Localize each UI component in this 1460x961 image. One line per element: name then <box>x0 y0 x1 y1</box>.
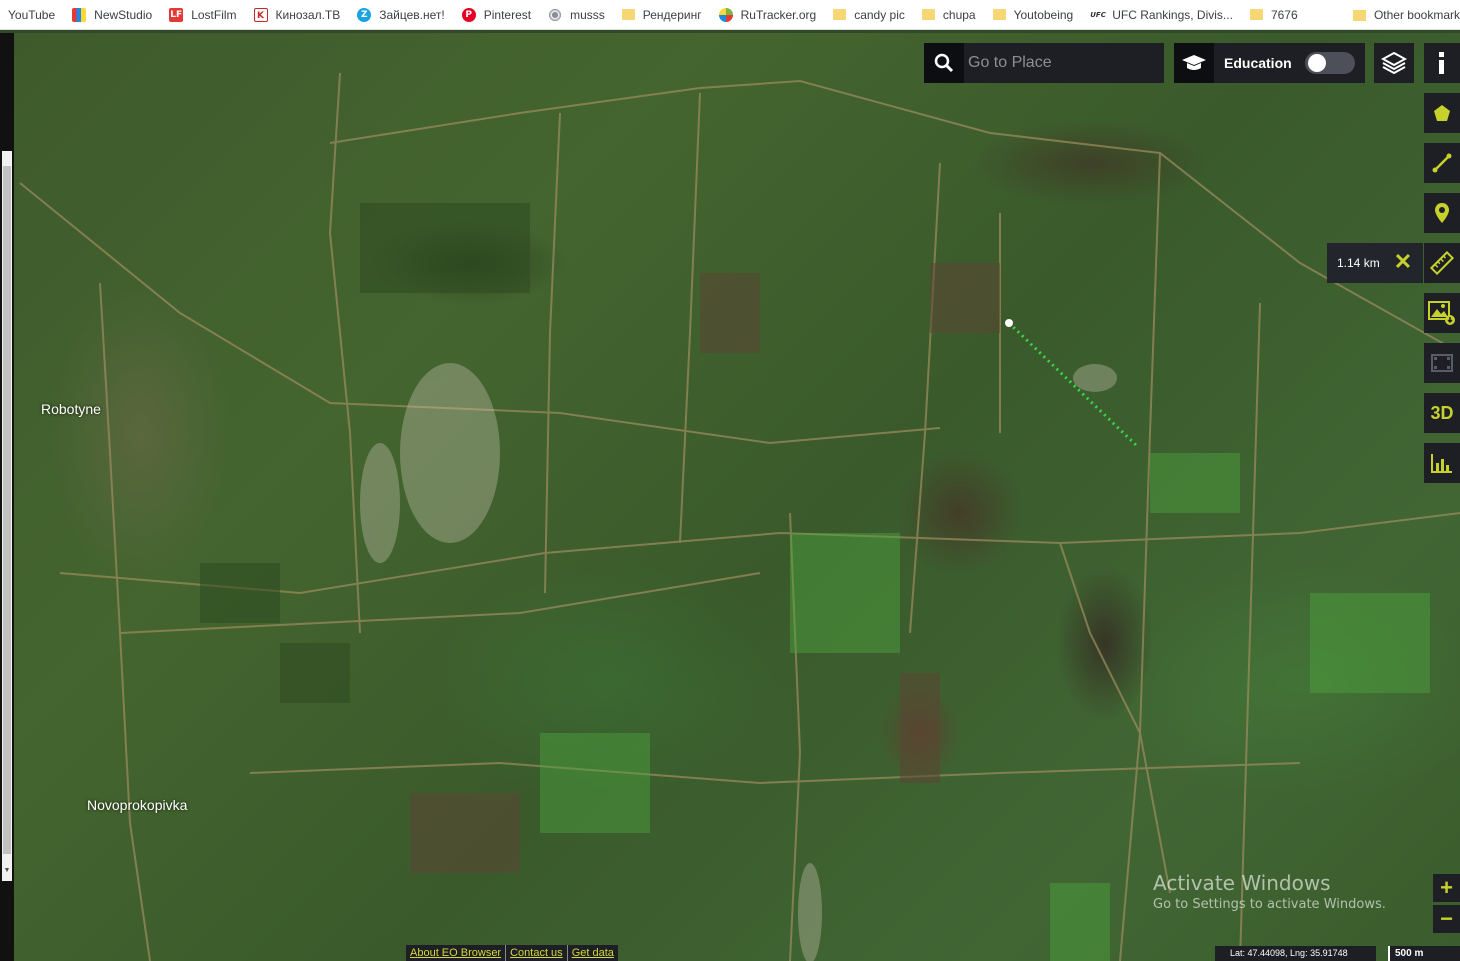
map-pin-icon <box>1435 203 1449 223</box>
bookmark-zaycev[interactable]: Z Зайцев.нет! <box>357 7 445 22</box>
bookmark-pinterest[interactable]: P Pinterest <box>461 7 532 22</box>
poi-marker-button[interactable] <box>1424 193 1460 233</box>
bookmarks-bar: YouTube NewStudio LF LostFilm K Кинозал.ТВ… <box>0 0 1460 30</box>
get-data-link[interactable]: Get data <box>568 945 618 961</box>
folder-icon <box>833 9 847 20</box>
timelapse-button[interactable] <box>1424 343 1460 383</box>
bookmark-label: LostFilm <box>191 7 237 22</box>
zoom-out-button[interactable]: − <box>1433 905 1460 933</box>
education-switch[interactable] <box>1305 52 1355 74</box>
zaycev-icon: Z <box>357 7 372 22</box>
line-draw-button[interactable] <box>1424 143 1460 183</box>
measure-result-panel: 1.14 km ✕ <box>1327 243 1423 283</box>
bookmark-label: Other bookmarks <box>1373 8 1460 22</box>
scroll-thumb[interactable] <box>3 166 11 854</box>
bookmark-label: NewStudio <box>94 7 153 22</box>
measure-close-icon[interactable]: ✕ <box>1391 251 1415 275</box>
bar-chart-icon <box>1431 454 1452 473</box>
bookmark-label: Кинозал.ТВ <box>275 7 341 22</box>
pentagon-icon <box>1434 105 1450 121</box>
activate-windows-subtitle: Go to Settings to activate Windows. <box>1153 897 1386 912</box>
bookmark-other[interactable]: Other bookmarks <box>1348 0 1460 29</box>
education-toggle-panel[interactable]: Education <box>1174 43 1365 83</box>
musss-icon <box>548 7 563 22</box>
three-d-button[interactable]: 3D <box>1424 393 1460 433</box>
bookmark-kinozal[interactable]: K Кинозал.ТВ <box>253 7 341 22</box>
bookmark-label: Youtobeing <box>1013 7 1074 22</box>
layers-button[interactable] <box>1374 43 1414 83</box>
bookmark-label: YouTube <box>8 7 56 22</box>
lostfilm-icon: LF <box>169 7 184 22</box>
search-input[interactable] <box>964 43 1162 83</box>
folder-icon <box>621 9 635 20</box>
about-link[interactable]: About EO Browser <box>406 945 507 961</box>
graduation-cap-icon <box>1174 43 1214 83</box>
bookmark-ufc[interactable]: UFC UFC Rankings, Divis... <box>1090 8 1233 22</box>
bookmark-label: chupa <box>942 7 976 22</box>
bookmark-chupa[interactable]: chupa <box>921 7 976 22</box>
bookmark-newstudio[interactable]: NewStudio <box>72 7 153 22</box>
bookmark-musss[interactable]: musss <box>548 7 605 22</box>
satellite-map[interactable]: Robotyne Novoprokopivka <box>0 33 1460 961</box>
info-icon <box>1439 52 1444 74</box>
bookmark-youtube[interactable]: YouTube <box>8 8 55 22</box>
switch-knob <box>1308 54 1326 72</box>
measure-line <box>1007 321 1139 448</box>
bookmark-label: candy pic <box>854 7 905 22</box>
statistics-button[interactable] <box>1424 443 1460 483</box>
pinterest-icon: P <box>461 7 476 22</box>
aoi-polygon-button[interactable] <box>1424 93 1460 133</box>
place-search <box>924 43 1164 83</box>
contact-link[interactable]: Contact us <box>506 945 568 961</box>
bookmark-rendering[interactable]: Рендеринг <box>621 7 702 22</box>
place-label-robotyne: Robotyne <box>41 401 101 417</box>
ufc-icon: UFC <box>1090 10 1106 19</box>
activate-windows-title: Activate Windows <box>1153 871 1331 895</box>
bookmark-lostfilm[interactable]: LF LostFilm <box>169 7 237 22</box>
folder-icon <box>921 9 935 20</box>
newstudio-icon <box>72 7 87 22</box>
info-button[interactable] <box>1424 43 1460 83</box>
folder-icon <box>1352 9 1366 21</box>
bookmark-7676[interactable]: 7676 <box>1249 7 1298 22</box>
ruler-icon <box>1430 251 1454 275</box>
download-image-button[interactable] <box>1424 293 1460 333</box>
footer-links: About EO Browser Contact us Get data <box>406 945 618 961</box>
layers-icon <box>1381 51 1407 75</box>
cursor-coordinates: Lat: 47.44098, Lng: 35.91748 <box>1215 946 1376 961</box>
bookmark-label: Рендеринг <box>642 7 702 22</box>
bookmark-label: Зайцев.нет! <box>379 7 445 22</box>
measure-button[interactable] <box>1424 243 1460 283</box>
bookmark-candy-pic[interactable]: candy pic <box>833 8 905 22</box>
zoom-in-button[interactable]: + <box>1433 874 1460 902</box>
left-scroll-strip: ▲ ▼ <box>0 33 14 961</box>
bookmark-label: Pinterest <box>483 7 532 22</box>
education-label: Education <box>1224 55 1292 71</box>
place-label-novoprokopivka: Novoprokopivka <box>87 797 188 813</box>
3d-label: 3D <box>1430 402 1454 423</box>
film-icon <box>1431 354 1453 372</box>
map-field-lines <box>19 72 1460 961</box>
search-icon[interactable] <box>924 43 964 83</box>
line-icon <box>1432 153 1452 173</box>
bookmark-rutracker[interactable]: RuTracker.org <box>718 7 817 22</box>
image-download-icon <box>1428 301 1455 325</box>
bookmark-label: 7676 <box>1270 7 1298 22</box>
bookmark-label: musss <box>570 7 605 22</box>
measure-start-point <box>1005 319 1013 327</box>
rutracker-icon <box>718 7 733 22</box>
bookmark-youtobeing[interactable]: Youtobeing <box>992 7 1074 22</box>
bookmark-label: UFC Rankings, Divis... <box>1112 7 1233 22</box>
folder-icon <box>1249 9 1263 20</box>
kinozal-icon: K <box>253 7 268 22</box>
scale-bar: 500 m <box>1388 946 1460 961</box>
scroll-down-arrow[interactable]: ▼ <box>2 865 12 877</box>
measure-value: 1.14 km <box>1337 256 1380 270</box>
folder-icon <box>992 9 1006 20</box>
bookmark-label: RuTracker.org <box>740 7 817 22</box>
